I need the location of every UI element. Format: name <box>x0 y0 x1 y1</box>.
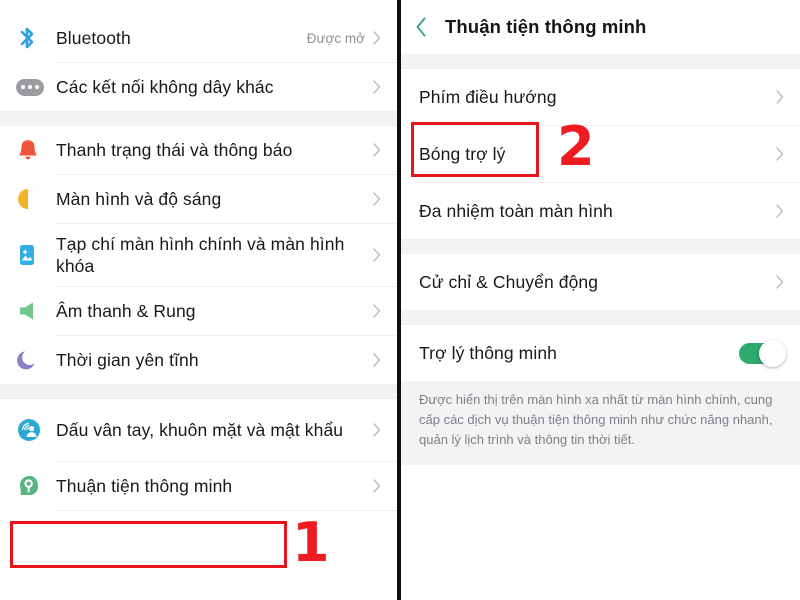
smart-convenience-screen: Thuận tiện thông minh Phím điều hướng Bó… <box>400 0 800 600</box>
chevron-right-icon <box>371 31 383 45</box>
settings-row-status-bar-notifications[interactable]: Thanh trạng thái và thông báo <box>0 126 397 174</box>
smart-convenience-icon <box>16 473 56 499</box>
wireless-connections-icon <box>16 78 56 96</box>
section-separator <box>0 111 397 126</box>
settings-row-label: Bluetooth <box>56 27 131 48</box>
fingerprint-face-icon <box>16 417 56 443</box>
section-separator <box>401 54 800 69</box>
settings-row-bluetooth[interactable]: Bluetooth Được mở <box>0 14 397 62</box>
settings-row-label: Phím điều hướng <box>419 86 557 107</box>
settings-row-label: Các kết nối không dây khác <box>56 76 274 97</box>
chevron-right-icon <box>774 90 786 104</box>
settings-main-screen: Bluetooth Được mở Các kết nối không dây … <box>0 0 400 600</box>
chevron-right-icon <box>371 143 383 157</box>
brightness-icon <box>16 187 56 211</box>
chevron-right-icon <box>774 204 786 218</box>
toggle-knob <box>759 339 786 367</box>
section-separator <box>401 239 800 254</box>
settings-row-gestures-motion[interactable]: Cử chỉ & Chuyển động <box>401 254 800 310</box>
settings-row-display-brightness[interactable]: Màn hình và độ sáng <box>0 175 397 223</box>
settings-row-label: Bóng trợ lý <box>419 143 506 164</box>
settings-row-fullscreen-multitasking[interactable]: Đa nhiệm toàn màn hình <box>401 183 800 239</box>
smart-assistant-toggle[interactable] <box>739 339 786 367</box>
settings-row-label: Thuận tiện thông minh <box>56 475 233 496</box>
chevron-right-icon <box>774 147 786 161</box>
smart-convenience-row[interactable]: Thuận tiện thông minh <box>0 462 397 510</box>
assistive-ball-row[interactable]: Bóng trợ lý <box>401 126 800 182</box>
back-chevron-icon[interactable] <box>415 17 445 37</box>
section-separator <box>0 384 397 399</box>
settings-row-label: Cử chỉ & Chuyển động <box>419 271 599 292</box>
settings-row-other-wireless[interactable]: Các kết nối không dây khác <box>0 63 397 111</box>
chevron-right-icon <box>371 248 383 262</box>
settings-row-navigation-keys[interactable]: Phím điều hướng <box>401 69 800 125</box>
settings-row-smart-assistant[interactable]: Trợ lý thông minh <box>401 325 800 381</box>
bluetooth-status-value: Được mở <box>306 30 365 46</box>
page-title: Thuận tiện thông minh <box>445 16 647 37</box>
chevron-right-icon <box>774 275 786 289</box>
settings-row-label: Âm thanh & Rung <box>56 300 196 321</box>
settings-row-sound-vibration[interactable]: Âm thanh & Rung <box>0 287 397 335</box>
bluetooth-icon <box>16 25 56 51</box>
settings-row-label: Thanh trạng thái và thông báo <box>56 139 293 160</box>
settings-row-label: Tạp chí màn hình chính và màn hình khóa <box>56 233 345 276</box>
chevron-right-icon <box>371 80 383 94</box>
moon-quiet-time-icon <box>16 348 56 372</box>
settings-row-fingerprint-face-password[interactable]: Dấu vân tay, khuôn mặt và mật khẩu <box>0 399 397 461</box>
annotation-highlight-1 <box>10 521 287 568</box>
settings-row-label: Đa nhiệm toàn màn hình <box>419 200 613 221</box>
settings-row-label: Màn hình và độ sáng <box>56 188 222 209</box>
settings-row-label: Thời gian yên tĩnh <box>56 349 199 370</box>
chevron-right-icon <box>371 304 383 318</box>
settings-row-magazine-wallpaper[interactable]: Tạp chí màn hình chính và màn hình khóa <box>0 224 397 286</box>
wallpaper-icon <box>16 242 56 268</box>
chevron-right-icon <box>371 423 383 437</box>
settings-row-quiet-time[interactable]: Thời gian yên tĩnh <box>0 336 397 384</box>
settings-row-label: Trợ lý thông minh <box>419 342 557 363</box>
chevron-right-icon <box>371 192 383 206</box>
top-spacer <box>0 0 397 14</box>
chevron-right-icon <box>371 353 383 367</box>
dual-screenshot-container: Bluetooth Được mở Các kết nối không dây … <box>0 0 800 600</box>
screen-header: Thuận tiện thông minh <box>401 0 800 54</box>
bell-notification-icon <box>16 137 56 163</box>
speaker-sound-icon <box>16 299 56 323</box>
section-separator <box>401 310 800 325</box>
chevron-right-icon <box>371 479 383 493</box>
annotation-number-1: 1 <box>292 511 330 574</box>
settings-row-label: Dấu vân tay, khuôn mặt và mật khẩu <box>56 419 344 440</box>
row-divider <box>56 510 397 511</box>
smart-assistant-description: Được hiển thị trên màn hình xa nhất từ m… <box>401 381 800 466</box>
